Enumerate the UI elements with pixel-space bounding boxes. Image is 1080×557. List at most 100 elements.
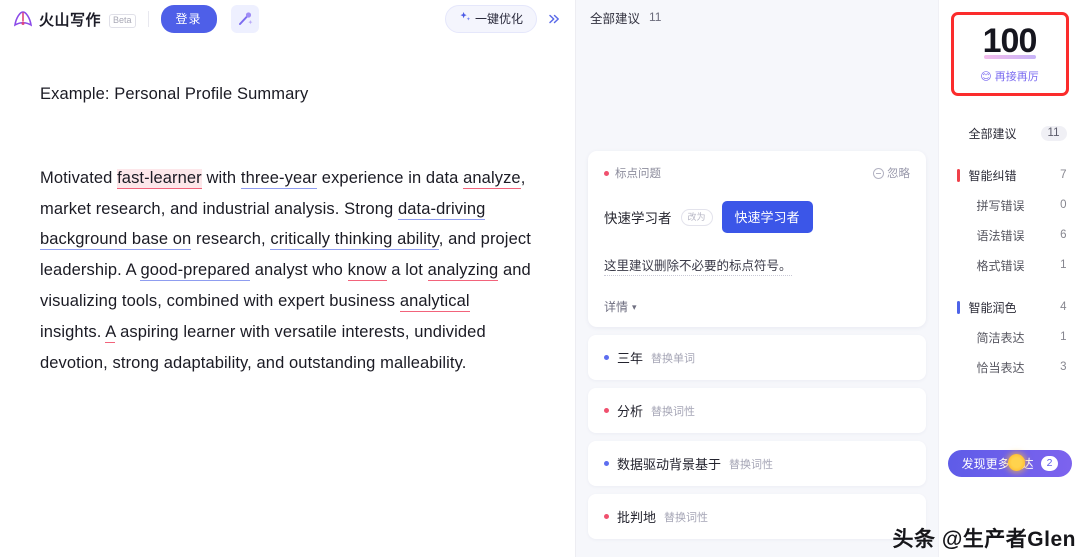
- inline-suggestion-err-red[interactable]: analyzing: [427, 261, 499, 282]
- category-count: 0: [1060, 199, 1067, 211]
- apply-suggestion-chip[interactable]: 快速学习者: [721, 201, 813, 233]
- category-row-全部建议[interactable]: 全部建议 11: [939, 118, 1080, 148]
- category-label: 智能纠错: [968, 168, 1017, 183]
- score-subtitle: 😊 再接再厉: [980, 68, 1038, 84]
- suggestion-row[interactable]: 分析 替换词性: [588, 388, 926, 433]
- inline-suggestion-err-blue[interactable]: critically thinking ability: [270, 230, 439, 251]
- score-card: 100 😊 再接再厉: [950, 12, 1069, 96]
- app-logo[interactable]: 火山写作 Beta: [12, 8, 136, 30]
- one-click-optimize-button[interactable]: 一键优化: [444, 5, 537, 33]
- toolbar-right-group: 一键优化: [444, 0, 567, 38]
- category-row-格式错误[interactable]: 格式错误 1: [939, 250, 1080, 280]
- suggestion-row-text: 批判地: [617, 510, 657, 525]
- score-subtitle-label: 再接再厉: [994, 71, 1039, 83]
- category-group-spacer: [939, 280, 1080, 292]
- type-dot-icon: [604, 355, 609, 360]
- inline-suggestion-err-blue[interactable]: good-prepared: [140, 261, 251, 282]
- editor-column: 火山写作 Beta 登录 一键优化 Example: Personal Prof…: [0, 0, 576, 557]
- watermark: 头条 @生产者Glen: [892, 528, 1076, 551]
- suggestion-type: 标点问题: [604, 165, 661, 181]
- suggestion-description-wrap: 这里建议删除不必要的标点符号。: [604, 233, 910, 276]
- suggestion-row[interactable]: 批判地 替换词性: [588, 494, 926, 539]
- original-text: 快速学习者: [604, 211, 672, 226]
- category-accent-bar: [956, 168, 960, 182]
- category-label: 智能润色: [968, 300, 1017, 315]
- category-row-智能润色[interactable]: 智能润色 4: [939, 292, 1080, 322]
- sun-glow-icon: [1008, 454, 1025, 471]
- discover-more-count: 2: [1040, 456, 1059, 471]
- inline-suggestion-err-red[interactable]: A: [105, 322, 116, 343]
- app-root: 火山写作 Beta 登录 一键优化 Example: Personal Prof…: [0, 0, 1080, 557]
- details-toggle[interactable]: 详情 ▾: [604, 298, 910, 315]
- suggestion-card-active[interactable]: 标点问题 忽略 快速学习者 改为 快速学习者 这里建议删除不必要的标点符号。 详…: [588, 151, 926, 327]
- discover-more-button[interactable]: 发现更多表达 2: [948, 450, 1072, 477]
- category-label: 拼写错误: [976, 198, 1025, 213]
- paragraph-text: with: [201, 168, 241, 187]
- paragraph-text: research,: [191, 230, 271, 249]
- suggestions-list: 标点问题 忽略 快速学习者 改为 快速学习者 这里建议删除不必要的标点符号。 详…: [576, 34, 938, 557]
- suggestion-row[interactable]: 数据驱动背景基于 替换词性: [588, 441, 926, 486]
- suggestion-row-tag: 替换词性: [651, 405, 696, 418]
- category-count: 1: [1060, 331, 1067, 343]
- suggestions-header-label: 全部建议: [590, 11, 641, 26]
- suggestion-rows: 三年 替换单词 分析 替换词性 数据驱动背景基于 替换词性 批判地 替换词性: [588, 335, 926, 539]
- score-value: 100: [982, 22, 1038, 60]
- suggestion-row[interactable]: 三年 替换单词: [588, 335, 926, 380]
- change-to-badge: 改为: [680, 208, 713, 226]
- suggestions-header: 全部建议 11: [576, 0, 938, 34]
- sparkle-icon: [459, 11, 471, 26]
- suggestion-row-tag: 替换词性: [729, 458, 774, 471]
- paragraph-text: experience in data: [317, 168, 464, 187]
- app-title: 火山写作: [39, 11, 102, 29]
- type-dot-icon: [604, 170, 609, 176]
- category-label: 语法错误: [976, 228, 1025, 243]
- category-accent-bar: [956, 300, 960, 314]
- paragraph-text: a lot: [386, 261, 428, 280]
- volcano-logo-icon: [12, 8, 34, 30]
- category-label: 恰当表达: [976, 360, 1025, 375]
- type-dot-icon: [604, 461, 609, 466]
- category-count: 3: [1060, 361, 1067, 373]
- category-row-拼写错误[interactable]: 拼写错误 0: [939, 190, 1080, 220]
- inline-suggestion-err-red[interactable]: analyze: [463, 168, 521, 189]
- ignore-button[interactable]: 忽略: [873, 165, 910, 181]
- double-chevron-right-icon[interactable]: [541, 6, 567, 32]
- inline-suggestion-err-red-hl[interactable]: fast-learner: [117, 168, 202, 189]
- category-row-语法错误[interactable]: 语法错误 6: [939, 220, 1080, 250]
- category-label: 简洁表达: [976, 330, 1025, 345]
- inline-suggestion-err-red[interactable]: analytical: [399, 291, 470, 312]
- category-row-恰当表达[interactable]: 恰当表达 3: [939, 352, 1080, 382]
- category-row-简洁表达[interactable]: 简洁表达 1: [939, 322, 1080, 352]
- category-row-智能纠错[interactable]: 智能纠错 7: [939, 160, 1080, 190]
- paragraph-text: Motivated: [40, 168, 118, 187]
- category-list: 全部建议 11 智能纠错 7 拼写错误 0 语法错误 6 格式错误 1 智能润色 4 简洁表达 1 恰当表达…: [939, 118, 1080, 382]
- right-sidebar: 100 😊 再接再厉 全部建议 11 智能纠错 7 拼写错误 0 语法错误 6 格式错误 1 智能润…: [938, 0, 1080, 557]
- paragraph-text: insights.: [40, 322, 106, 341]
- category-label: 格式错误: [976, 258, 1025, 273]
- category-count: 11: [1040, 125, 1067, 141]
- category-count: 4: [1060, 301, 1067, 313]
- inline-suggestion-err-blue[interactable]: three-year: [240, 168, 318, 189]
- document-paragraph[interactable]: Motivated fast-learner with three-year e…: [40, 163, 535, 379]
- category-count: 7: [1060, 169, 1067, 181]
- login-button[interactable]: 登录: [160, 5, 217, 33]
- suggestion-row-tag: 替换单词: [651, 352, 696, 365]
- top-toolbar: 火山写作 Beta 登录 一键优化: [0, 0, 575, 38]
- beta-badge: Beta: [109, 14, 136, 28]
- document-heading: Example: Personal Profile Summary: [40, 85, 309, 103]
- suggestions-column: 全部建议 11 标点问题 忽略 快速学习者 改为 快速学习者 这里建议删除不必要…: [576, 0, 938, 557]
- document-editor[interactable]: Example: Personal Profile Summary Motiva…: [0, 38, 575, 557]
- magic-wand-icon[interactable]: [230, 5, 259, 33]
- suggestion-row-text: 数据驱动背景基于: [617, 457, 722, 472]
- category-group-spacer: [939, 148, 1080, 160]
- details-label: 详情: [604, 300, 629, 314]
- suggestions-header-count: 11: [649, 10, 662, 24]
- inline-suggestion-err-red[interactable]: know: [347, 261, 387, 282]
- paragraph-text: analyst who: [250, 261, 348, 280]
- suggestion-description: 这里建议删除不必要的标点符号。: [604, 255, 792, 276]
- category-count: 6: [1060, 229, 1067, 241]
- type-dot-icon: [604, 408, 609, 413]
- category-count: 1: [1060, 259, 1067, 271]
- optimize-label: 一键优化: [474, 12, 523, 26]
- suggestion-row-text: 分析: [617, 404, 644, 419]
